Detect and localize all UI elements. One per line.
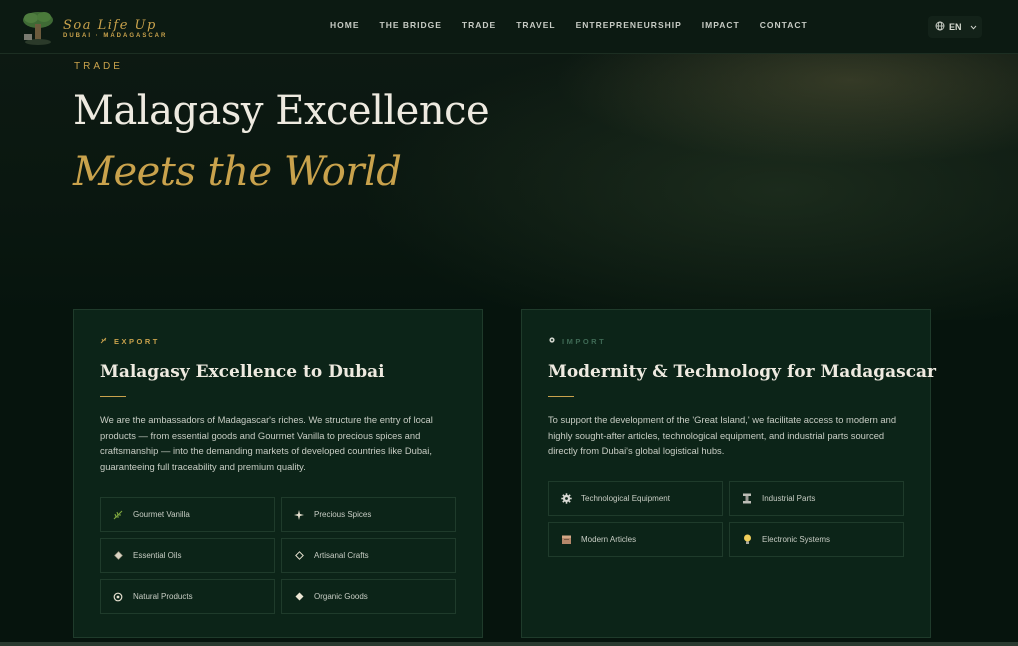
main-menu: HOME THE BRIDGE TRADE TRAVEL ENTREPRENEU…: [330, 20, 828, 30]
product-modern-articles[interactable]: Modern Articles: [548, 522, 723, 557]
diamond-icon: [112, 550, 124, 562]
nav-entrepreneurship[interactable]: ENTREPRENEURSHIP: [576, 20, 682, 30]
import-product-list: Technological Equipment Industrial Parts…: [548, 481, 904, 557]
title-divider: [100, 396, 126, 397]
language-code: EN: [949, 22, 962, 32]
box-icon: [560, 534, 572, 546]
export-card: EXPORT Malagasy Excellence to Dubai We a…: [73, 309, 483, 638]
language-selector[interactable]: EN: [928, 16, 982, 38]
product-industrial-parts[interactable]: Industrial Parts: [729, 481, 904, 516]
page-bottom-edge: [0, 642, 1018, 646]
sparkle-icon: [293, 509, 305, 521]
hero-title: Malagasy Excellence: [73, 88, 490, 134]
export-title: Malagasy Excellence to Dubai: [100, 362, 385, 382]
leaf-icon: [100, 336, 108, 346]
title-divider: [548, 396, 574, 397]
chevron-down-icon: [970, 22, 977, 32]
diamond-icon: [293, 591, 305, 603]
product-precious-spices[interactable]: Precious Spices: [281, 497, 456, 532]
nav-travel[interactable]: TRAVEL: [516, 20, 555, 30]
product-natural-products[interactable]: Natural Products: [100, 579, 275, 614]
gear-small-icon: [548, 336, 556, 346]
section-eyebrow: TRADE: [74, 61, 123, 72]
product-technological-equipment[interactable]: Technological Equipment: [548, 481, 723, 516]
hero-title-accent: Meets the World: [73, 149, 402, 195]
product-gourmet-vanilla[interactable]: Gourmet Vanilla: [100, 497, 275, 532]
baobab-tree-icon: [18, 8, 58, 48]
export-description: We are the ambassadors of Madagascar's r…: [100, 414, 433, 472]
import-card: IMPORT Modernity & Technology for Madaga…: [521, 309, 936, 638]
globe-icon: [935, 21, 945, 33]
circle-icon: [112, 591, 124, 603]
diamond-outline-icon: [293, 550, 305, 562]
nav-the-bridge[interactable]: THE BRIDGE: [380, 20, 442, 30]
product-electronic-systems[interactable]: Electronic Systems: [729, 522, 904, 557]
brand-subtitle: DUBAI · MADAGASCAR: [63, 32, 168, 39]
nav-impact[interactable]: IMPACT: [702, 20, 740, 30]
nav-trade[interactable]: TRADE: [462, 20, 496, 30]
brand-logo[interactable]: Soa Life Up DUBAI · MADAGASCAR: [18, 8, 167, 48]
product-organic-goods[interactable]: Organic Goods: [281, 579, 456, 614]
top-navigation: Soa Life Up DUBAI · MADAGASCAR HOME THE …: [0, 0, 1018, 54]
bolt-part-icon: [741, 493, 753, 505]
nav-contact[interactable]: CONTACT: [760, 20, 808, 30]
brand-title: Soa Life Up: [63, 17, 157, 33]
nav-home[interactable]: HOME: [330, 20, 360, 30]
vanilla-leaf-icon: [112, 509, 124, 521]
export-product-list: Gourmet Vanilla Precious Spices Essentia…: [100, 497, 456, 614]
import-title: Modernity & Technology for Madagascar: [548, 362, 937, 382]
gear-icon: [560, 493, 572, 505]
product-essential-oils[interactable]: Essential Oils: [100, 538, 275, 573]
product-artisanal-crafts[interactable]: Artisanal Crafts: [281, 538, 456, 573]
import-description: To support the development of the 'Great…: [548, 414, 897, 456]
lightbulb-icon: [741, 534, 753, 546]
export-tag: EXPORT: [100, 336, 160, 346]
import-tag: IMPORT: [548, 336, 606, 346]
